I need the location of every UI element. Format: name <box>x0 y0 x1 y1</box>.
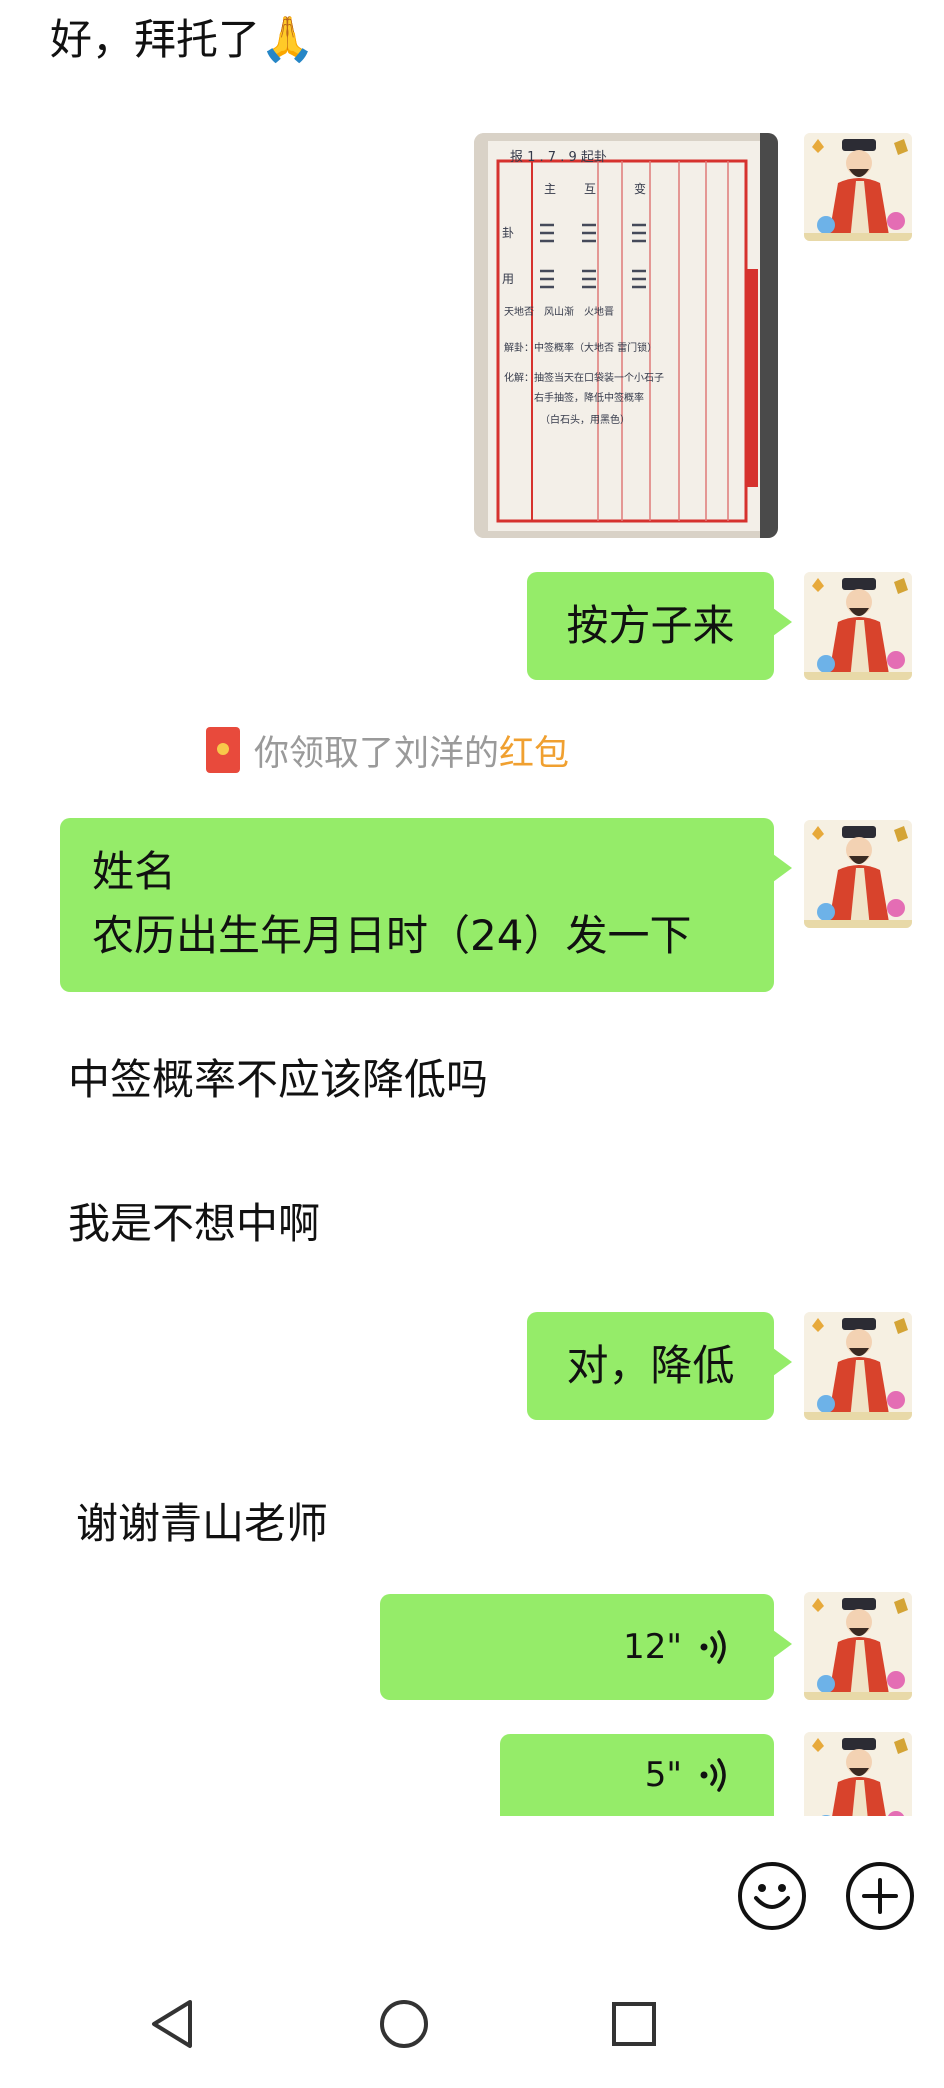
received-message-2[interactable]: 中签概率不应该降低吗 <box>68 1052 488 1108</box>
back-icon[interactable] <box>148 1998 196 2050</box>
message-text: 我是不想中啊 <box>68 1199 321 1248</box>
note-col-3: 变 <box>634 181 646 196</box>
avatar[interactable] <box>804 133 912 241</box>
system-navigation-bar <box>0 1950 944 2088</box>
received-message-3[interactable]: 我是不想中啊 <box>68 1196 320 1252</box>
sent-voice-message-1[interactable]: 12" <box>380 1594 792 1700</box>
sent-text-bubble[interactable]: 姓名 农历出生年月日时（24）发一下 <box>60 818 792 992</box>
message-text: 对，降低 <box>566 1341 735 1390</box>
note-line-1: 天地否 风山渐 火地晋 <box>504 305 614 318</box>
note-line-3: 化解：抽签当天在口袋装一个小石子 <box>504 371 664 384</box>
home-icon[interactable] <box>378 1998 430 2050</box>
god-of-wealth-avatar-icon <box>804 1592 912 1700</box>
emoji-button[interactable] <box>738 1862 806 1930</box>
sent-text-bubble[interactable]: 按方子来 <box>527 572 792 680</box>
red-packet-icon <box>206 727 240 773</box>
avatar[interactable] <box>804 1732 912 1816</box>
note-col-2: 互 <box>584 182 596 196</box>
sent-text-bubble[interactable]: 对，降低 <box>527 1312 792 1420</box>
note-row-2: 用 <box>502 272 514 286</box>
system-notice-red-packet: 你领取了刘洋的 红包 <box>206 722 569 778</box>
avatar[interactable] <box>804 1592 912 1700</box>
voice-duration: 5" <box>644 1755 682 1795</box>
pray-emoji-icon: 🙏 <box>260 14 315 65</box>
system-text: 你领取了刘洋的 <box>254 733 500 774</box>
voice-duration: 12" <box>623 1627 682 1667</box>
note-header: 报 1 . 7 . 9 起卦 <box>510 150 607 165</box>
avatar[interactable] <box>804 572 912 680</box>
avatar[interactable] <box>804 820 912 928</box>
voice-wave-icon <box>700 1630 726 1664</box>
message-text: 中签概率不应该降低吗 <box>68 1055 489 1104</box>
received-message-4[interactable]: 谢谢青山老师 <box>76 1496 328 1552</box>
recents-icon[interactable] <box>610 2000 658 2048</box>
god-of-wealth-avatar-icon <box>804 820 912 928</box>
note-line-5: （白石头，用黑色） <box>540 413 630 426</box>
message-line-1: 姓名 <box>92 847 177 896</box>
emoji-icon <box>754 1884 790 1909</box>
received-message-1[interactable]: 好，拜托了🙏 <box>50 12 315 68</box>
god-of-wealth-avatar-icon <box>804 1312 912 1420</box>
notebook-photo: 报 1 . 7 . 9 起卦 主 互 变 卦 用 天地否 风山渐 火地晋 解卦：… <box>474 133 778 538</box>
sent-voice-message-2[interactable]: 5" <box>500 1734 774 1816</box>
message-text: 好，拜托了 <box>50 15 261 64</box>
message-line-2: 农历出生年月日时（24）发一下 <box>92 911 692 960</box>
message-text: 按方子来 <box>566 601 735 650</box>
note-col-1: 主 <box>544 182 556 196</box>
note-line-2: 解卦：中签概率（大地否 雷门锁） <box>504 341 657 354</box>
avatar[interactable] <box>804 1312 912 1420</box>
god-of-wealth-avatar-icon <box>804 133 912 241</box>
god-of-wealth-avatar-icon <box>804 1732 912 1816</box>
plus-icon <box>862 1878 898 1914</box>
more-button[interactable] <box>846 1862 914 1930</box>
message-text: 谢谢青山老师 <box>76 1499 329 1548</box>
voice-wave-icon <box>700 1758 726 1792</box>
sent-image-message[interactable]: 报 1 . 7 . 9 起卦 主 互 变 卦 用 天地否 风山渐 火地晋 解卦：… <box>474 133 778 538</box>
note-line-4: 右手抽签，降低中签概率 <box>534 391 644 404</box>
red-packet-link[interactable]: 红包 <box>499 725 569 776</box>
note-row-1: 卦 <box>502 226 514 240</box>
god-of-wealth-avatar-icon <box>804 572 912 680</box>
